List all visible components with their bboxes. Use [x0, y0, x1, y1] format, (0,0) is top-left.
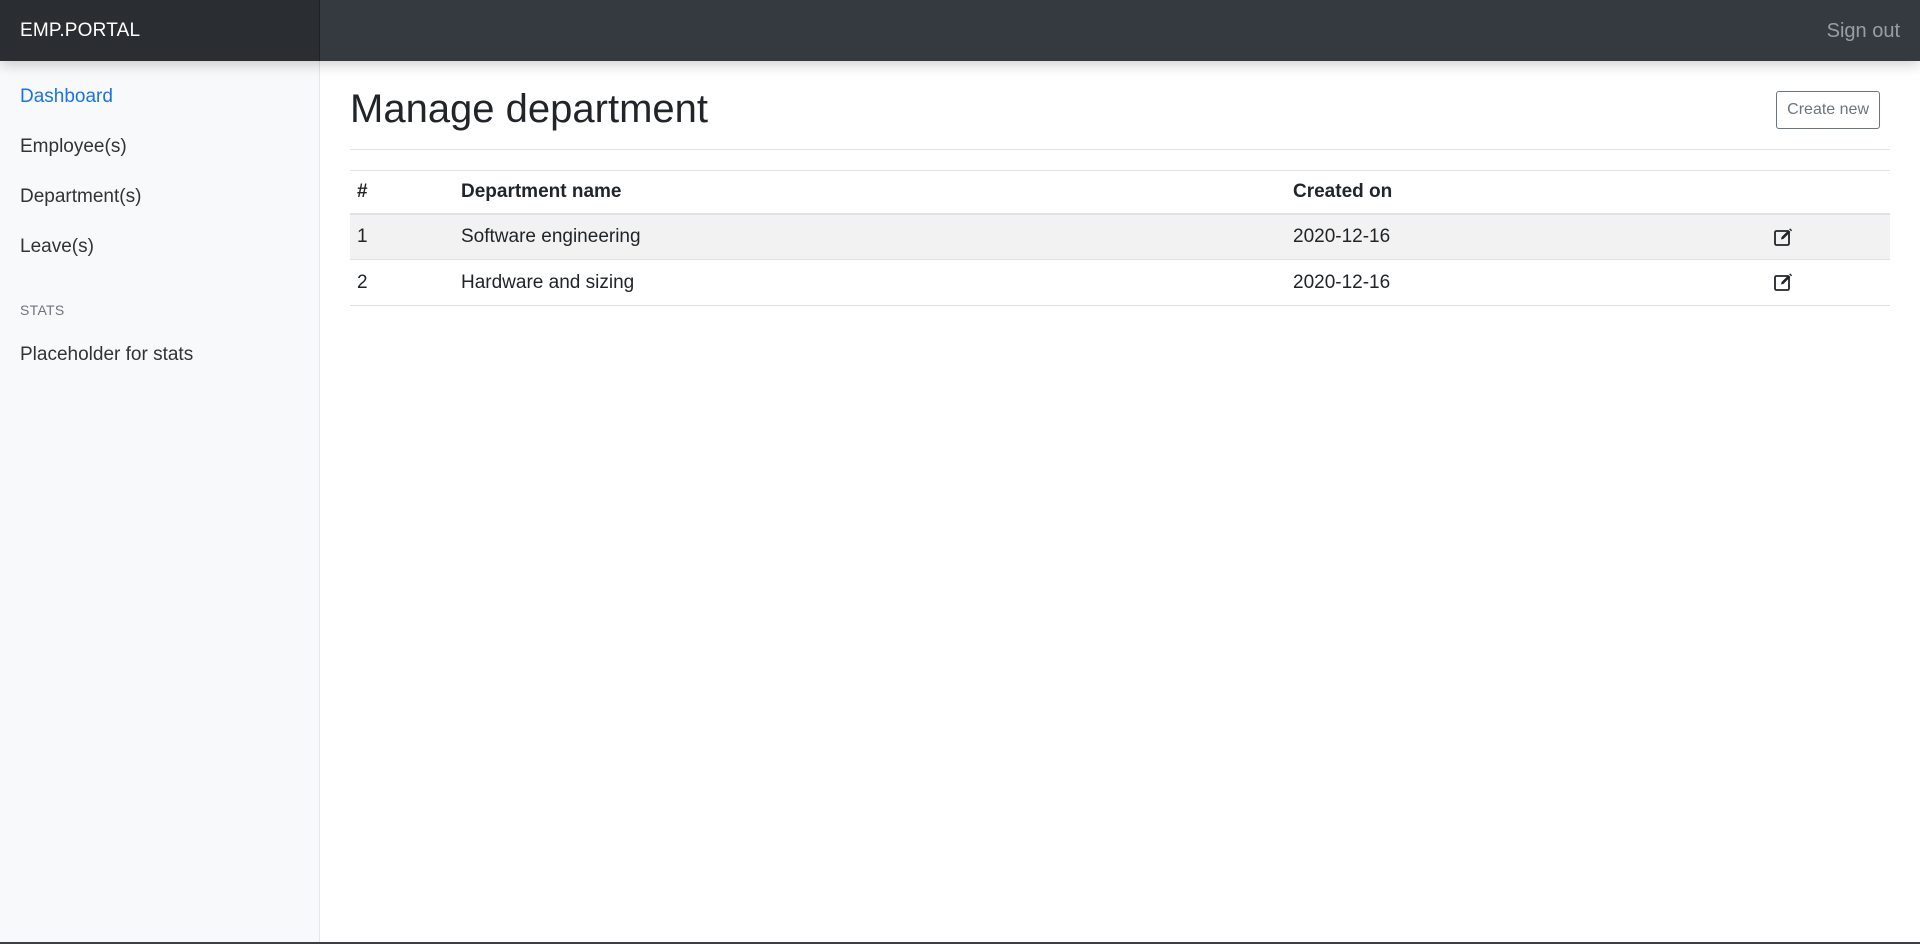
table-body: 1 Software engineering 2020-12-16 2 Hard…	[350, 213, 1890, 306]
edit-icon[interactable]	[1773, 227, 1793, 247]
table-header: # Department name Created on	[350, 170, 1890, 215]
sign-out-link[interactable]: Sign out	[1827, 0, 1900, 61]
page-title: Manage department	[350, 87, 709, 131]
table-header-row: # Department name Created on	[350, 170, 1890, 215]
sidebar-item-leaves[interactable]: Leave(s)	[0, 222, 319, 272]
sidebar-nav: Dashboard Employee(s) Department(s) Leav…	[0, 72, 319, 272]
column-header-created-on: Created on	[1286, 170, 1764, 215]
main-content: Manage department Create new # Departmen…	[320, 61, 1920, 944]
cell-created-on: 2020-12-16	[1286, 259, 1764, 306]
department-table: # Department name Created on 1 Software …	[350, 170, 1890, 306]
top-navbar: EMP.PORTAL Sign out	[0, 0, 1920, 61]
sidebar: Dashboard Employee(s) Department(s) Leav…	[0, 61, 320, 944]
cell-department-name: Hardware and sizing	[454, 259, 1286, 306]
column-header-actions	[1764, 170, 1890, 215]
cell-actions	[1764, 259, 1890, 306]
cell-actions	[1764, 213, 1890, 260]
brand-logo-link[interactable]: EMP.PORTAL	[0, 0, 320, 61]
create-new-button[interactable]: Create new	[1776, 91, 1880, 129]
table-row: 1 Software engineering 2020-12-16	[350, 213, 1890, 260]
edit-icon[interactable]	[1773, 272, 1793, 292]
department-table-container: # Department name Created on 1 Software …	[350, 170, 1890, 306]
cell-created-on: 2020-12-16	[1286, 213, 1764, 260]
sidebar-item-departments[interactable]: Department(s)	[0, 172, 319, 222]
sidebar-stats-nav: Placeholder for stats	[0, 330, 319, 380]
cell-department-name: Software engineering	[454, 213, 1286, 260]
sidebar-item-dashboard[interactable]: Dashboard	[0, 72, 319, 122]
sidebar-item-stats-placeholder[interactable]: Placeholder for stats	[0, 330, 319, 380]
table-row: 2 Hardware and sizing 2020-12-16	[350, 259, 1890, 306]
page-header: Manage department Create new	[350, 61, 1890, 150]
cell-number: 1	[350, 213, 454, 260]
column-header-number: #	[350, 170, 454, 215]
column-header-department-name: Department name	[454, 170, 1286, 215]
sidebar-heading-stats: STATS	[20, 302, 65, 318]
cell-number: 2	[350, 259, 454, 306]
sidebar-item-employees[interactable]: Employee(s)	[0, 122, 319, 172]
